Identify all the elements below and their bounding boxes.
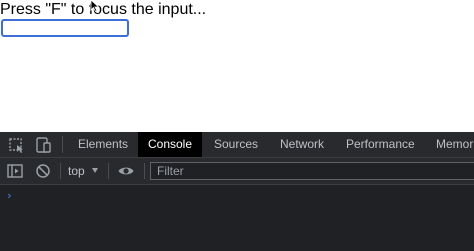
tab-sources[interactable]: Sources bbox=[214, 132, 258, 157]
tab-memory[interactable]: Memor bbox=[436, 132, 473, 157]
console-toolbar: top Filter bbox=[0, 158, 474, 185]
toolbar-separator bbox=[108, 163, 109, 179]
tab-elements[interactable]: Elements bbox=[78, 132, 128, 157]
device-toolbar-icon[interactable] bbox=[34, 136, 52, 154]
clear-console-icon[interactable] bbox=[34, 162, 52, 180]
tab-performance[interactable]: Performance bbox=[346, 132, 415, 157]
dropdown-arrow-icon[interactable] bbox=[92, 168, 98, 173]
tab-separator bbox=[62, 136, 63, 153]
toolbar-separator bbox=[144, 163, 145, 179]
inspect-element-icon[interactable] bbox=[8, 136, 26, 154]
eye-icon[interactable] bbox=[117, 162, 135, 180]
mouse-cursor-icon bbox=[90, 0, 100, 12]
devtools-tabbar: Elements Console Sources Network Perform… bbox=[0, 132, 474, 158]
instruction-text: Press "F" to focus the input... bbox=[0, 1, 207, 18]
filter-input[interactable]: Filter bbox=[150, 162, 474, 180]
filter-placeholder: Filter bbox=[157, 164, 184, 178]
devtools-panel: Elements Console Sources Network Perform… bbox=[0, 132, 474, 251]
toolbar-separator bbox=[60, 163, 61, 179]
focus-input[interactable] bbox=[1, 19, 129, 37]
context-selector[interactable]: top bbox=[68, 158, 85, 184]
page-content: Press "F" to focus the input... bbox=[0, 0, 474, 132]
tab-network[interactable]: Network bbox=[280, 132, 324, 157]
console-output[interactable]: › bbox=[0, 185, 474, 251]
tab-console[interactable]: Console bbox=[138, 132, 202, 157]
console-prompt[interactable]: › bbox=[6, 189, 13, 202]
sidebar-toggle-icon[interactable] bbox=[6, 162, 24, 180]
